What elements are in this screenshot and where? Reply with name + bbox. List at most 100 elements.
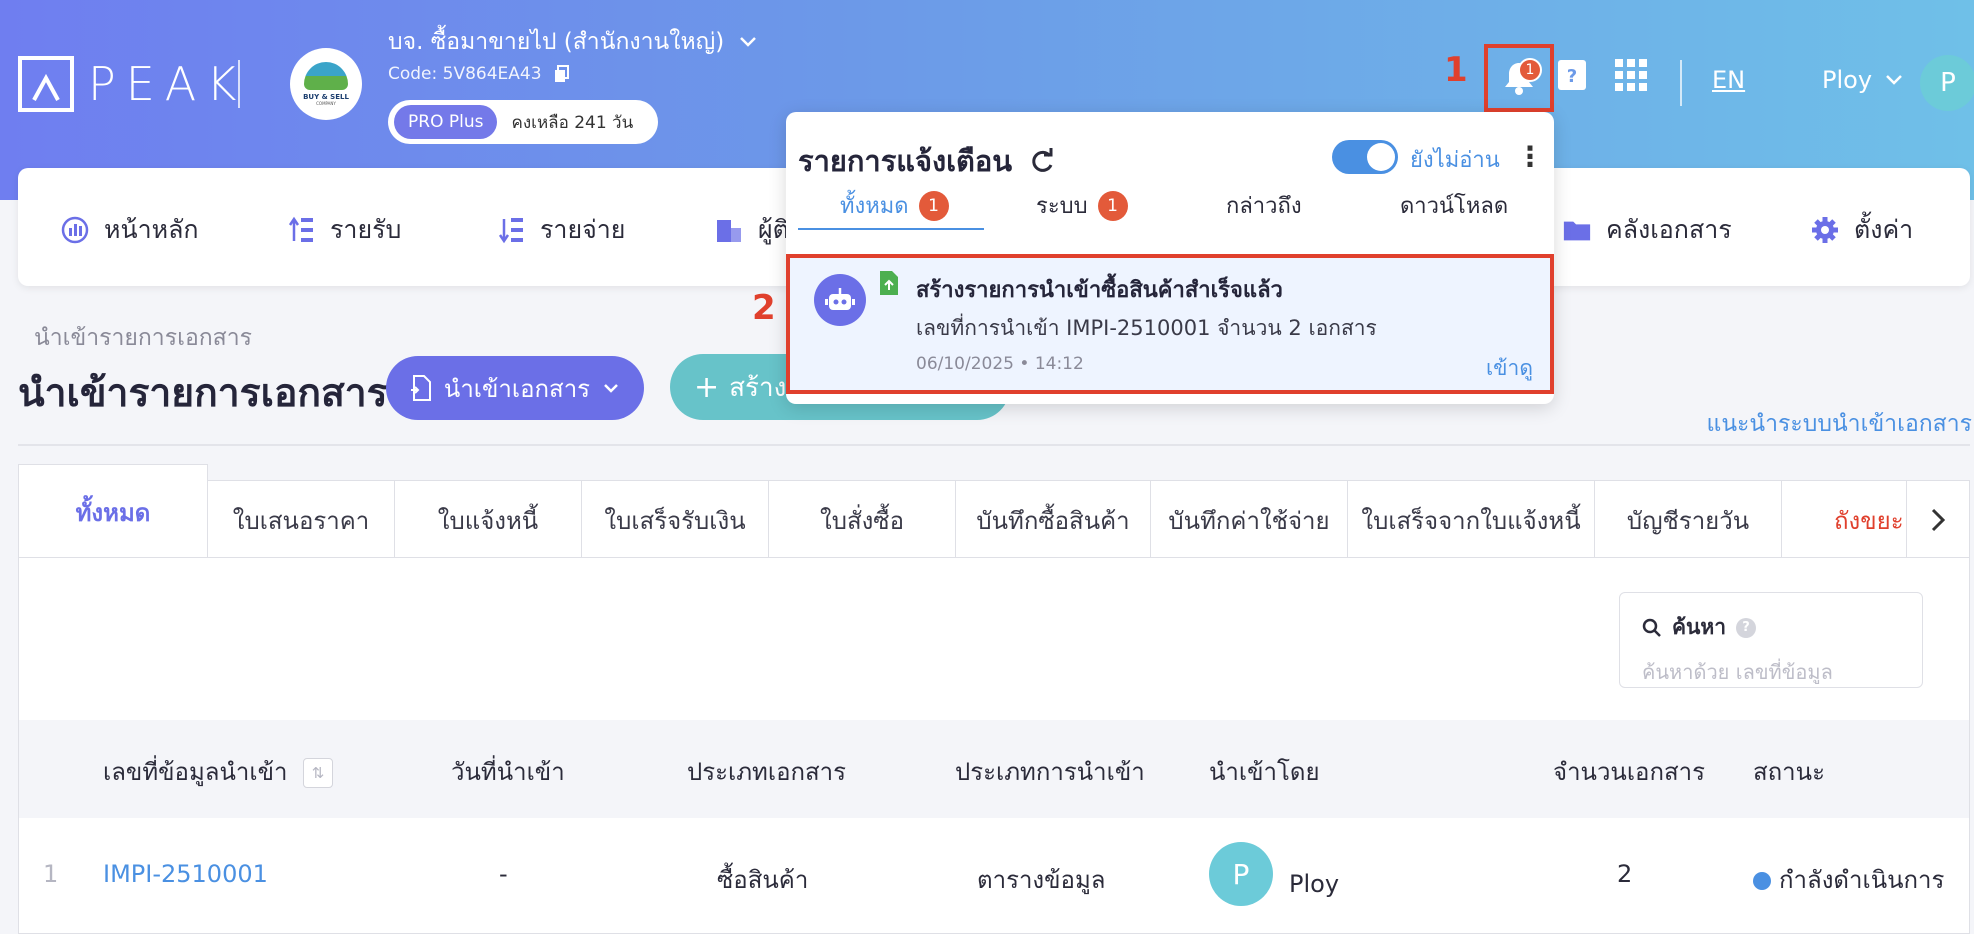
notification-description: เลขที่การนำเข้า IMPI-2510001 จำนวน 2 เอก…	[916, 316, 1377, 340]
notification-tab-all[interactable]: ทั้งหมด 1	[840, 188, 949, 223]
nav-item-label: รายจ่าย	[540, 215, 626, 244]
more-options-icon[interactable]: ⋮	[1516, 140, 1544, 173]
gear-icon	[1810, 215, 1840, 245]
user-menu[interactable]: Ploy	[1822, 66, 1904, 94]
document-type: ซื้อสินค้า	[717, 866, 809, 894]
chevron-right-icon	[1931, 508, 1946, 532]
tab-count-badge: 1	[918, 190, 949, 221]
avatar: P	[1209, 842, 1273, 906]
company-code-row: Code: 5V864EA43	[388, 64, 570, 84]
status-text: กำลังดำเนินการ	[1779, 866, 1945, 894]
search-label: ค้นหา	[1672, 615, 1727, 639]
column-header-import-date: วันที่นำเข้า	[451, 758, 565, 786]
unread-only-toggle[interactable]	[1332, 140, 1398, 174]
active-tab-indicator	[798, 228, 984, 230]
svg-text:?: ?	[1567, 66, 1577, 87]
column-header-imported-by: นำเข้าโดย	[1209, 758, 1320, 786]
nav-item-label: ตั้งค่า	[1854, 215, 1914, 244]
notification-item[interactable]: สร้างรายการนำเข้าซื้อสินค้าสำเร็จแล้ว เล…	[786, 254, 1554, 394]
avatar[interactable]: P	[1920, 55, 1974, 111]
help-book-icon[interactable]: ?	[1556, 58, 1588, 94]
notification-panel-title: รายการแจ้งเตือน	[798, 144, 1013, 178]
copy-icon[interactable]	[554, 65, 570, 83]
contacts-icon	[714, 215, 744, 245]
refresh-icon[interactable]	[1028, 147, 1056, 175]
import-id-link[interactable]: IMPI-2510001	[103, 860, 268, 888]
tab-count-badge: 1	[1097, 190, 1128, 221]
breadcrumb[interactable]: นำเข้ารายการเอกสาร	[34, 320, 252, 356]
tab-expense-record[interactable]: บันทึกค่าใช้จ่าย	[1150, 480, 1348, 560]
notification-tab-mentions[interactable]: กล่าวถึง	[1226, 188, 1302, 223]
column-label: เลขที่ข้อมูลนำเข้า	[103, 758, 288, 786]
notification-timestamp: 06/10/2025 • 14:12	[916, 354, 1084, 374]
notification-bell-button[interactable]: 1	[1484, 44, 1554, 112]
status-badge: กำลังดำเนินการ	[1753, 860, 1944, 899]
plan-pill[interactable]: PRO Plus คงเหลือ 241 วัน	[388, 100, 658, 144]
logo-mark-icon	[18, 56, 74, 112]
sort-icon[interactable]: ⇅	[303, 758, 334, 788]
view-notification-link[interactable]: เข้าดู	[1486, 352, 1533, 385]
notification-title: สร้างรายการนำเข้าซื้อสินค้าสำเร็จแล้ว	[916, 278, 1283, 303]
tab-label: ทั้งหมด	[840, 194, 909, 219]
tab-all[interactable]: ทั้งหมด	[18, 464, 208, 560]
step-annotation-2: 2	[752, 288, 776, 328]
nav-item-settings[interactable]: ตั้งค่า	[1810, 210, 1913, 250]
folder-icon	[1562, 215, 1592, 245]
nav-item-home[interactable]: หน้าหลัก	[60, 210, 199, 250]
divider	[18, 444, 1970, 446]
income-icon	[286, 215, 316, 245]
expense-icon	[496, 215, 526, 245]
import-date: -	[499, 860, 508, 888]
tab-trash[interactable]: ถังขยะ	[1781, 480, 1911, 560]
search-input[interactable]: ค้นหาด้วย เลขที่ข้อมูล	[1642, 656, 1900, 688]
tabs-scroll-right-button[interactable]	[1906, 480, 1970, 560]
nav-item-income[interactable]: รายรับ	[286, 210, 401, 250]
column-header-import-id[interactable]: เลขที่ข้อมูลนำเข้า ⇅	[103, 752, 334, 791]
logo-text: PEAK	[88, 57, 247, 111]
language-switch[interactable]: EN	[1712, 66, 1745, 94]
tab-invoice[interactable]: ใบแจ้งหนี้	[394, 480, 582, 560]
notification-tab-system[interactable]: ระบบ 1	[1036, 188, 1128, 223]
tab-purchase-record[interactable]: บันทึกซื้อสินค้า	[955, 480, 1151, 560]
user-name: Ploy	[1822, 66, 1873, 94]
nav-item-label: หน้าหลัก	[104, 215, 199, 244]
tab-journal[interactable]: บัญชีรายวัน	[1594, 480, 1782, 560]
tab-invoice-receipt[interactable]: ใบเสร็จจากใบแจ้งหนี้	[1347, 480, 1595, 560]
peak-logo[interactable]: PEAK	[18, 55, 246, 113]
imported-by-name: Ploy	[1289, 870, 1340, 898]
import-button-label: นำเข้าเอกสาร	[443, 374, 591, 403]
search-field[interactable]: ค้นหา ? ค้นหาด้วย เลขที่ข้อมูล	[1619, 592, 1923, 688]
company-switcher[interactable]: บจ. ซื้อมาขายไป (สำนักงานใหญ่)	[388, 24, 758, 60]
notification-tab-downloads[interactable]: ดาวน์โหลด	[1400, 188, 1508, 223]
file-import-icon	[410, 375, 431, 401]
document-type-tabs: ทั้งหมด ใบเสนอราคา ใบแจ้งหนี้ ใบเสร็จรับ…	[18, 462, 1970, 560]
content-panel: ค้นหา ? ค้นหาด้วย เลขที่ข้อมูล เลขที่ข้อ…	[18, 557, 1970, 934]
help-icon[interactable]: ?	[1736, 617, 1757, 638]
row-index: 1	[43, 860, 59, 888]
step-annotation-1: 1	[1444, 50, 1468, 90]
import-documents-button[interactable]: นำเข้าเอกสาร	[386, 356, 644, 420]
tab-label: กล่าวถึง	[1226, 194, 1302, 219]
column-header-status: สถานะ	[1753, 758, 1825, 786]
table-row[interactable]: 1 IMPI-2510001 - ซื้อสินค้า ตารางข้อมูล …	[19, 818, 1969, 934]
chevron-down-icon	[1886, 75, 1902, 85]
search-icon	[1642, 618, 1661, 637]
document-count: 2	[1617, 860, 1633, 888]
column-header-import-type: ประเภทการนำเข้า	[955, 758, 1145, 786]
tab-receipt[interactable]: ใบเสร็จรับเงิน	[581, 480, 769, 560]
tab-quotation[interactable]: ใบเสนอราคา	[207, 480, 395, 560]
tab-purchase-order[interactable]: ใบสั่งซื้อ	[768, 480, 956, 560]
header-divider	[238, 60, 240, 108]
search-label-row: ค้นหา ?	[1642, 611, 1900, 644]
company-logo: BUY & SELL COMPANY	[290, 48, 362, 120]
nav-item-expense[interactable]: รายจ่าย	[496, 210, 625, 250]
apps-grid-icon[interactable]	[1614, 58, 1648, 92]
company-logo-subtext: COMPANY	[316, 101, 336, 106]
tab-label: ระบบ	[1036, 194, 1088, 219]
nav-item-label: รายรับ	[330, 215, 402, 244]
nav-item-label: ผู้ติ	[758, 215, 789, 244]
robot-icon	[814, 274, 866, 326]
nav-item-documents[interactable]: คลังเอกสาร	[1562, 210, 1732, 250]
nav-item-contacts[interactable]: ผู้ติ	[714, 210, 789, 250]
import-guide-link[interactable]: แนะนำระบบนำเข้าเอกสาร	[1707, 406, 1973, 442]
